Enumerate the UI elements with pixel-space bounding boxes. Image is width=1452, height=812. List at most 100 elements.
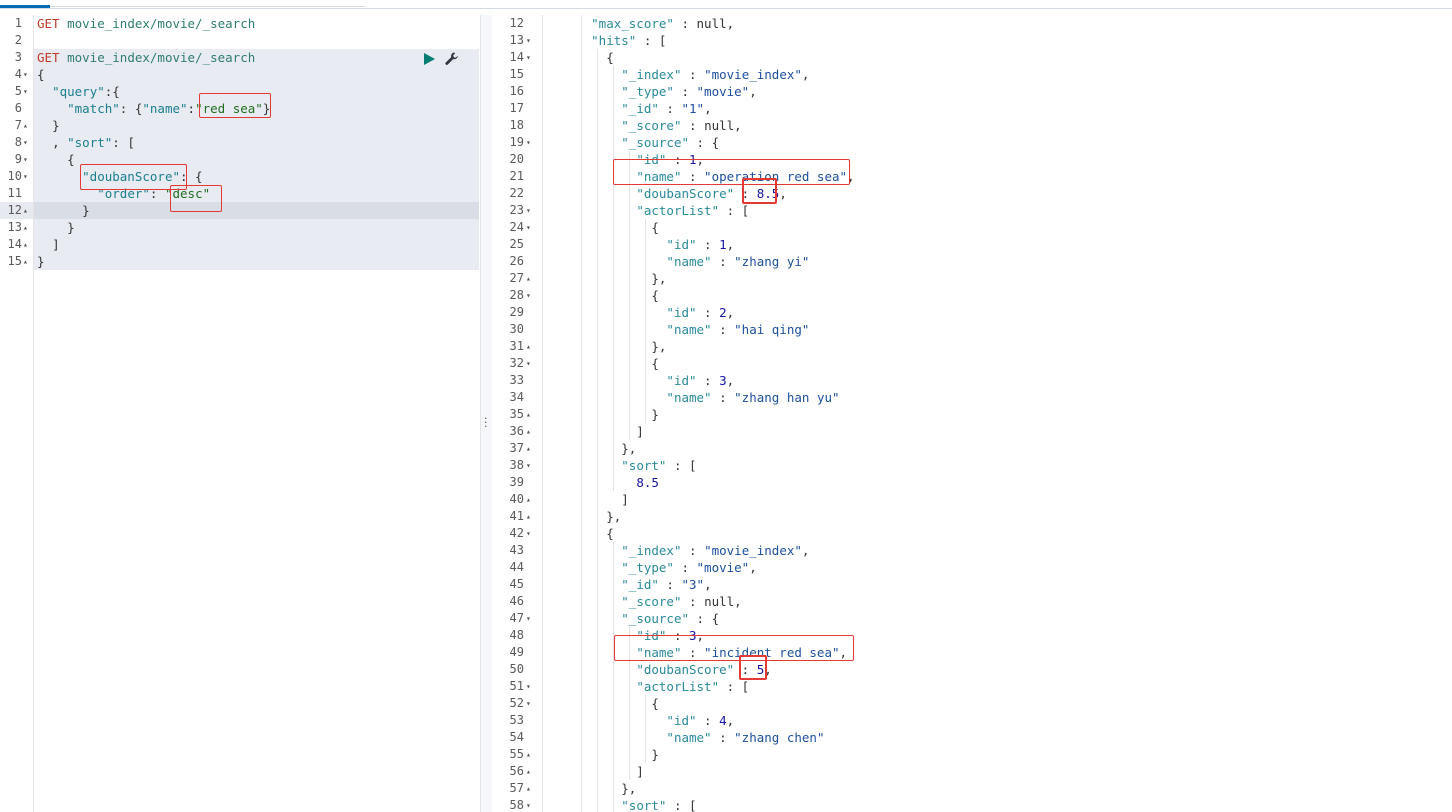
resp-line-34: "name" : "zhang han yu" [666,390,840,405]
line-number: 2 [14,33,22,47]
tab-underline [50,6,365,7]
resp-line-19: "_source" : { [621,135,720,150]
resp-line-39: 8.5 [636,475,659,490]
resp-line-57: }, [546,781,637,796]
highlight-doubanscore-8-5 [742,178,777,204]
code-line-7: } [52,118,60,133]
fold-open-icon[interactable]: ▾ [526,699,531,708]
line-number: 26 [509,254,524,268]
fold-open-icon[interactable]: ▾ [526,223,531,232]
fold-open-icon[interactable]: ▾ [526,138,531,147]
fold-open-icon[interactable]: ▾ [526,36,531,45]
wrench-icon[interactable] [444,51,460,67]
fold-open-icon[interactable]: ▾ [526,291,531,300]
line-number: 4 [14,67,22,81]
query-key: "query" [52,84,105,99]
fold-close-icon[interactable]: ▴ [526,495,531,504]
fold-close-icon[interactable]: ▴ [23,206,28,215]
fold-close-icon[interactable]: ▴ [526,444,531,453]
line-number: 16 [509,84,524,98]
line-number: 35 [509,407,524,421]
resp-line-54: "name" : "zhang chen" [666,730,825,745]
fold-open-icon[interactable]: ▾ [23,155,28,164]
resp-line-28: { [546,288,659,303]
line-number: 31 [509,339,524,353]
resp-line-13: "hits" : [ [591,33,667,48]
resp-line-42: { [546,526,614,541]
fold-close-icon[interactable]: ▴ [23,223,28,232]
line-number: 8 [14,135,22,149]
fold-close-icon[interactable]: ▴ [526,767,531,776]
line-number: 19 [509,135,524,149]
code-line-8: , "sort": [ [52,135,135,150]
fold-open-icon[interactable]: ▾ [526,529,531,538]
code-line-3: GET movie_index/movie/_search [34,49,480,66]
fold-open-icon[interactable]: ▾ [526,461,531,470]
active-tab-indicator[interactable] [0,5,50,8]
resp-line-26: "name" : "zhang yi" [666,254,810,269]
resp-line-27: }, [546,271,667,286]
resp-line-14: { [546,50,614,65]
fold-open-icon[interactable]: ▾ [526,801,531,810]
play-icon[interactable] [422,52,436,66]
fold-open-icon[interactable]: ▾ [526,614,531,623]
line-number: 22 [509,186,524,200]
request-editor[interactable]: 1 2 3 4 ▾ 5 ▾ 6 7 ▴ 8 ▾ 9 ▾ 10 ▾ 11 12 ▴ 13 ▴ 14 ▴ 15 ▴ GET movi… [0,15,480,812]
resp-line-43: "_index" : "movie_index", [621,543,810,558]
line-number: 39 [509,475,524,489]
resp-line-22: "doubanScore" : 8.5, [636,186,787,201]
fold-close-icon[interactable]: ▴ [526,512,531,521]
fold-open-icon[interactable]: ▾ [526,359,531,368]
resp-line-35: } [546,407,659,422]
fold-close-icon[interactable]: ▴ [23,121,28,130]
fold-close-icon[interactable]: ▴ [23,257,28,266]
fold-close-icon[interactable]: ▴ [526,750,531,759]
top-tab-bar [0,0,1452,9]
line-number: 6 [14,101,22,115]
fold-open-icon[interactable]: ▾ [23,138,28,147]
fold-close-icon[interactable]: ▴ [23,240,28,249]
fold-close-icon[interactable]: ▴ [526,342,531,351]
line-number: 54 [509,730,524,744]
resp-line-33: "id" : 3, [666,373,735,388]
code-line-1: GET movie_index/movie/_search [34,15,480,32]
line-number: 7 [14,118,22,132]
code-line-4: { [37,67,45,82]
fold-open-icon[interactable]: ▾ [526,206,531,215]
resp-line-23: "actorList" : [ [636,203,750,218]
resp-line-30: "name" : "hai qing" [666,322,810,337]
line-number: 43 [509,543,524,557]
line-number: 46 [509,594,524,608]
response-viewer[interactable]: 12 13 ▾ 14 ▾ 15 16 17 18 19 ▾ 20 21 22 23 ▾ 24 ▾ 25 26 27 ▴ 28… [492,15,1452,812]
fold-open-icon[interactable]: ▾ [23,70,28,79]
resp-line-16: "_type" : "movie", [621,84,757,99]
fold-open-icon[interactable]: ▾ [23,87,28,96]
line-number: 17 [509,101,524,115]
fold-close-icon[interactable]: ▴ [526,274,531,283]
highlight-name-operation-red-sea [613,159,850,185]
line-number: 58 [509,798,524,812]
fold-close-icon[interactable]: ▴ [526,784,531,793]
fold-close-icon[interactable]: ▴ [526,410,531,419]
resp-line-24: { [546,220,659,235]
resp-line-45: "_id" : "3", [621,577,712,592]
line-number: 47 [509,611,524,625]
resp-line-37: }, [546,441,637,456]
line-number: 33 [509,373,524,387]
line-number: 12 [7,203,22,217]
drag-handle-icon[interactable]: · · · [484,413,488,432]
fold-open-icon[interactable]: ▾ [23,172,28,181]
line-number: 24 [509,220,524,234]
resp-line-36: ] [546,424,644,439]
request-code[interactable]: GET movie_index/movie/_search GET movie_… [34,15,480,812]
fold-open-icon[interactable]: ▾ [526,53,531,62]
line-number: 5 [14,84,22,98]
resp-line-31: }, [546,339,667,354]
fold-close-icon[interactable]: ▴ [526,427,531,436]
response-scrollbar[interactable] [1444,15,1452,812]
resp-line-46: "_score" : null, [621,594,742,609]
fold-open-icon[interactable]: ▾ [526,682,531,691]
resp-line-55: } [546,747,659,762]
line-number: 13 [7,220,22,234]
line-number: 38 [509,458,524,472]
